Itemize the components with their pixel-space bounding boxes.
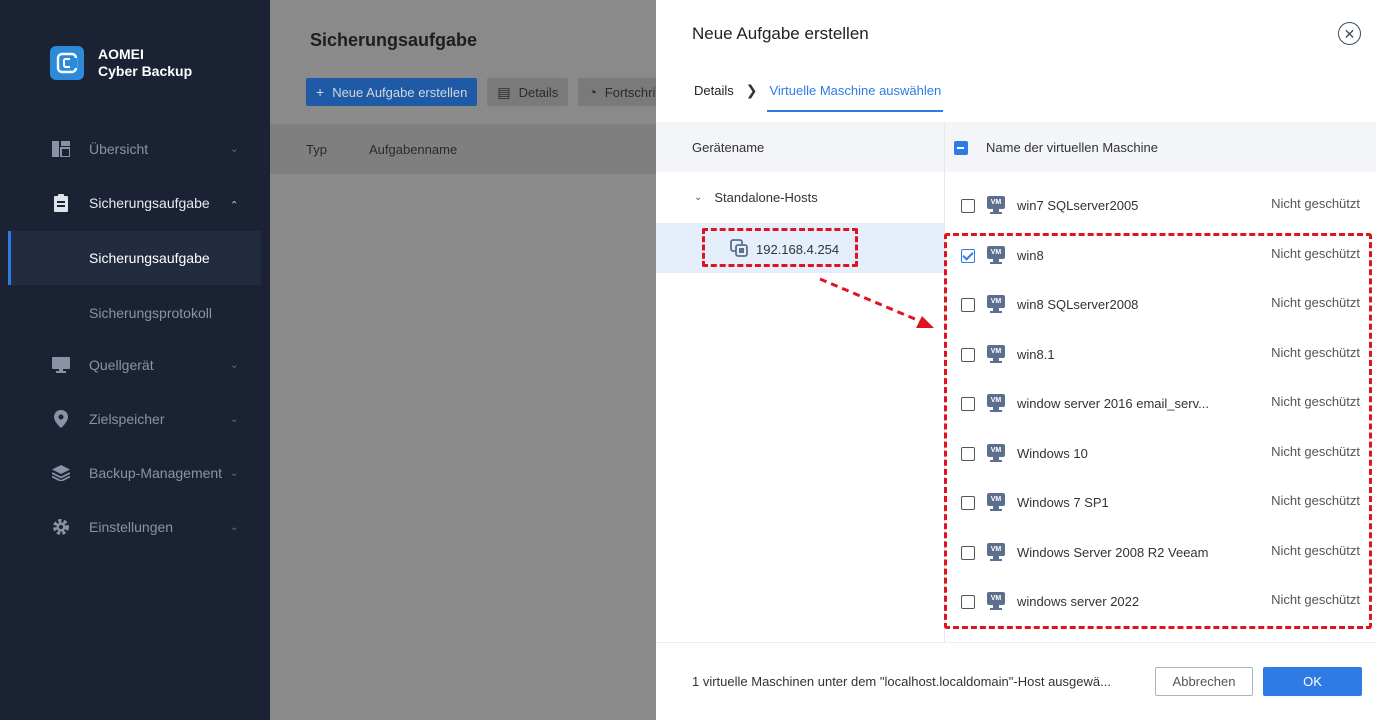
layers-icon <box>52 464 70 482</box>
wizard-steps: Details ❯ Virtuelle Maschine auswählen <box>694 82 943 112</box>
sidebar-subitem-backup-task[interactable]: Sicherungsaufgabe <box>8 231 261 285</box>
new-task-label: Neue Aufgabe erstellen <box>332 84 468 100</box>
vm-name-header: Name der virtuellen Maschine <box>986 140 1158 155</box>
vm-checkbox[interactable] <box>961 199 975 213</box>
vm-status: Nicht geschützt <box>1271 196 1360 211</box>
sidebar-subitem-label: Sicherungsaufgabe <box>89 250 210 266</box>
vm-badge-label: VM <box>987 196 1005 209</box>
chevron-down-icon: ⌄ <box>230 413 239 425</box>
sidebar-item-label: Backup-Management <box>89 465 223 481</box>
selection-summary: 1 virtuelle Maschinen unter dem "localho… <box>692 674 1111 689</box>
sidebar-item-label: Einstellungen <box>89 519 174 535</box>
sidebar-item-label: Sicherungsaufgabe <box>89 195 210 211</box>
sidebar-item-overview[interactable]: Übersicht ⌄ <box>0 122 270 176</box>
chevron-up-icon: ⌄ <box>230 197 239 209</box>
vm-icon: VM <box>987 196 1005 214</box>
main-content: Sicherungsaufgabe + Neue Aufgabe erstell… <box>270 0 656 720</box>
annotation-host-highlight <box>702 228 858 267</box>
aomei-logo-icon <box>50 46 84 80</box>
tree-group-label: Standalone-Hosts <box>714 190 818 205</box>
sidebar-item-label: Zielspeicher <box>89 411 165 427</box>
footer-divider <box>656 642 1376 643</box>
brand-line2: Cyber Backup <box>98 63 193 79</box>
chevron-down-icon: ⌄ <box>230 521 239 533</box>
dashboard-icon <box>52 140 70 158</box>
sidebar-item-settings[interactable]: Einstellungen ⌄ <box>0 500 270 554</box>
chevron-down-icon: ⌄ <box>694 192 703 203</box>
chevron-right-icon: ❯ <box>745 82 758 98</box>
select-all-checkbox[interactable] <box>954 141 968 155</box>
main-toolbar: + Neue Aufgabe erstellen ▤ Details ◔ For… <box>306 78 656 106</box>
vm-name: win7 SQLserver2005 <box>1017 198 1139 213</box>
page-title: Sicherungsaufgabe <box>310 30 478 50</box>
step-details[interactable]: Details <box>694 83 734 98</box>
cancel-button[interactable]: Abbrechen <box>1155 667 1253 696</box>
task-table-header: Typ Aufgabenname <box>270 124 656 174</box>
sidebar-item-target-storage[interactable]: Zielspeicher ⌄ <box>0 392 270 446</box>
new-task-button[interactable]: + Neue Aufgabe erstellen <box>306 78 478 106</box>
location-pin-icon <box>52 410 70 428</box>
device-name-header: Gerätename <box>692 140 765 155</box>
close-icon[interactable]: ✕ <box>1338 22 1361 45</box>
column-type: Typ <box>306 141 327 157</box>
sidebar-item-label: Quellgerät <box>89 357 154 373</box>
chevron-down-icon: ⌄ <box>230 467 239 479</box>
progress-button[interactable]: ◔ Fortschritt <box>578 78 656 106</box>
details-label: Details <box>518 84 559 100</box>
sidebar: AOMEI Cyber Backup Übersicht ⌄ Sicherung… <box>0 0 270 720</box>
vm-row[interactable]: VM win7 SQLserver2005 Nicht geschützt <box>945 182 1376 231</box>
annotation-vm-list-highlight <box>944 233 1372 629</box>
plus-icon: + <box>316 84 325 100</box>
sidebar-item-backup-management[interactable]: Backup-Management ⌄ <box>0 446 270 500</box>
brand-name: AOMEI Cyber Backup <box>98 46 192 80</box>
brand: AOMEI Cyber Backup <box>50 46 192 80</box>
details-button[interactable]: ▤ Details <box>487 78 569 106</box>
sidebar-item-source-device[interactable]: Quellgerät ⌄ <box>0 338 270 392</box>
brand-line1: AOMEI <box>98 46 144 62</box>
sidebar-subitem-label: Sicherungsprotokoll <box>89 305 212 321</box>
monitor-icon <box>52 356 70 374</box>
sidebar-item-label: Übersicht <box>89 141 149 157</box>
progress-label: Fortschritt <box>604 84 656 100</box>
gear-icon <box>52 518 70 536</box>
tree-group-standalone[interactable]: ⌄ Standalone-Hosts <box>694 190 818 205</box>
ok-button[interactable]: OK <box>1263 667 1362 696</box>
details-icon: ▤ <box>497 83 511 100</box>
chevron-down-icon: ⌄ <box>230 359 239 371</box>
sidebar-item-backup-task[interactable]: Sicherungsaufgabe ⌄ <box>0 176 270 230</box>
column-task-name: Aufgabenname <box>369 141 458 157</box>
step-select-vm[interactable]: Virtuelle Maschine auswählen <box>767 83 943 112</box>
clipboard-icon <box>52 194 70 212</box>
dialog-title: Neue Aufgabe erstellen <box>692 24 869 43</box>
sidebar-subitem-backup-log[interactable]: Sicherungsprotokoll <box>8 286 261 340</box>
progress-icon: ◔ <box>588 84 597 100</box>
chevron-down-icon: ⌄ <box>230 143 239 155</box>
